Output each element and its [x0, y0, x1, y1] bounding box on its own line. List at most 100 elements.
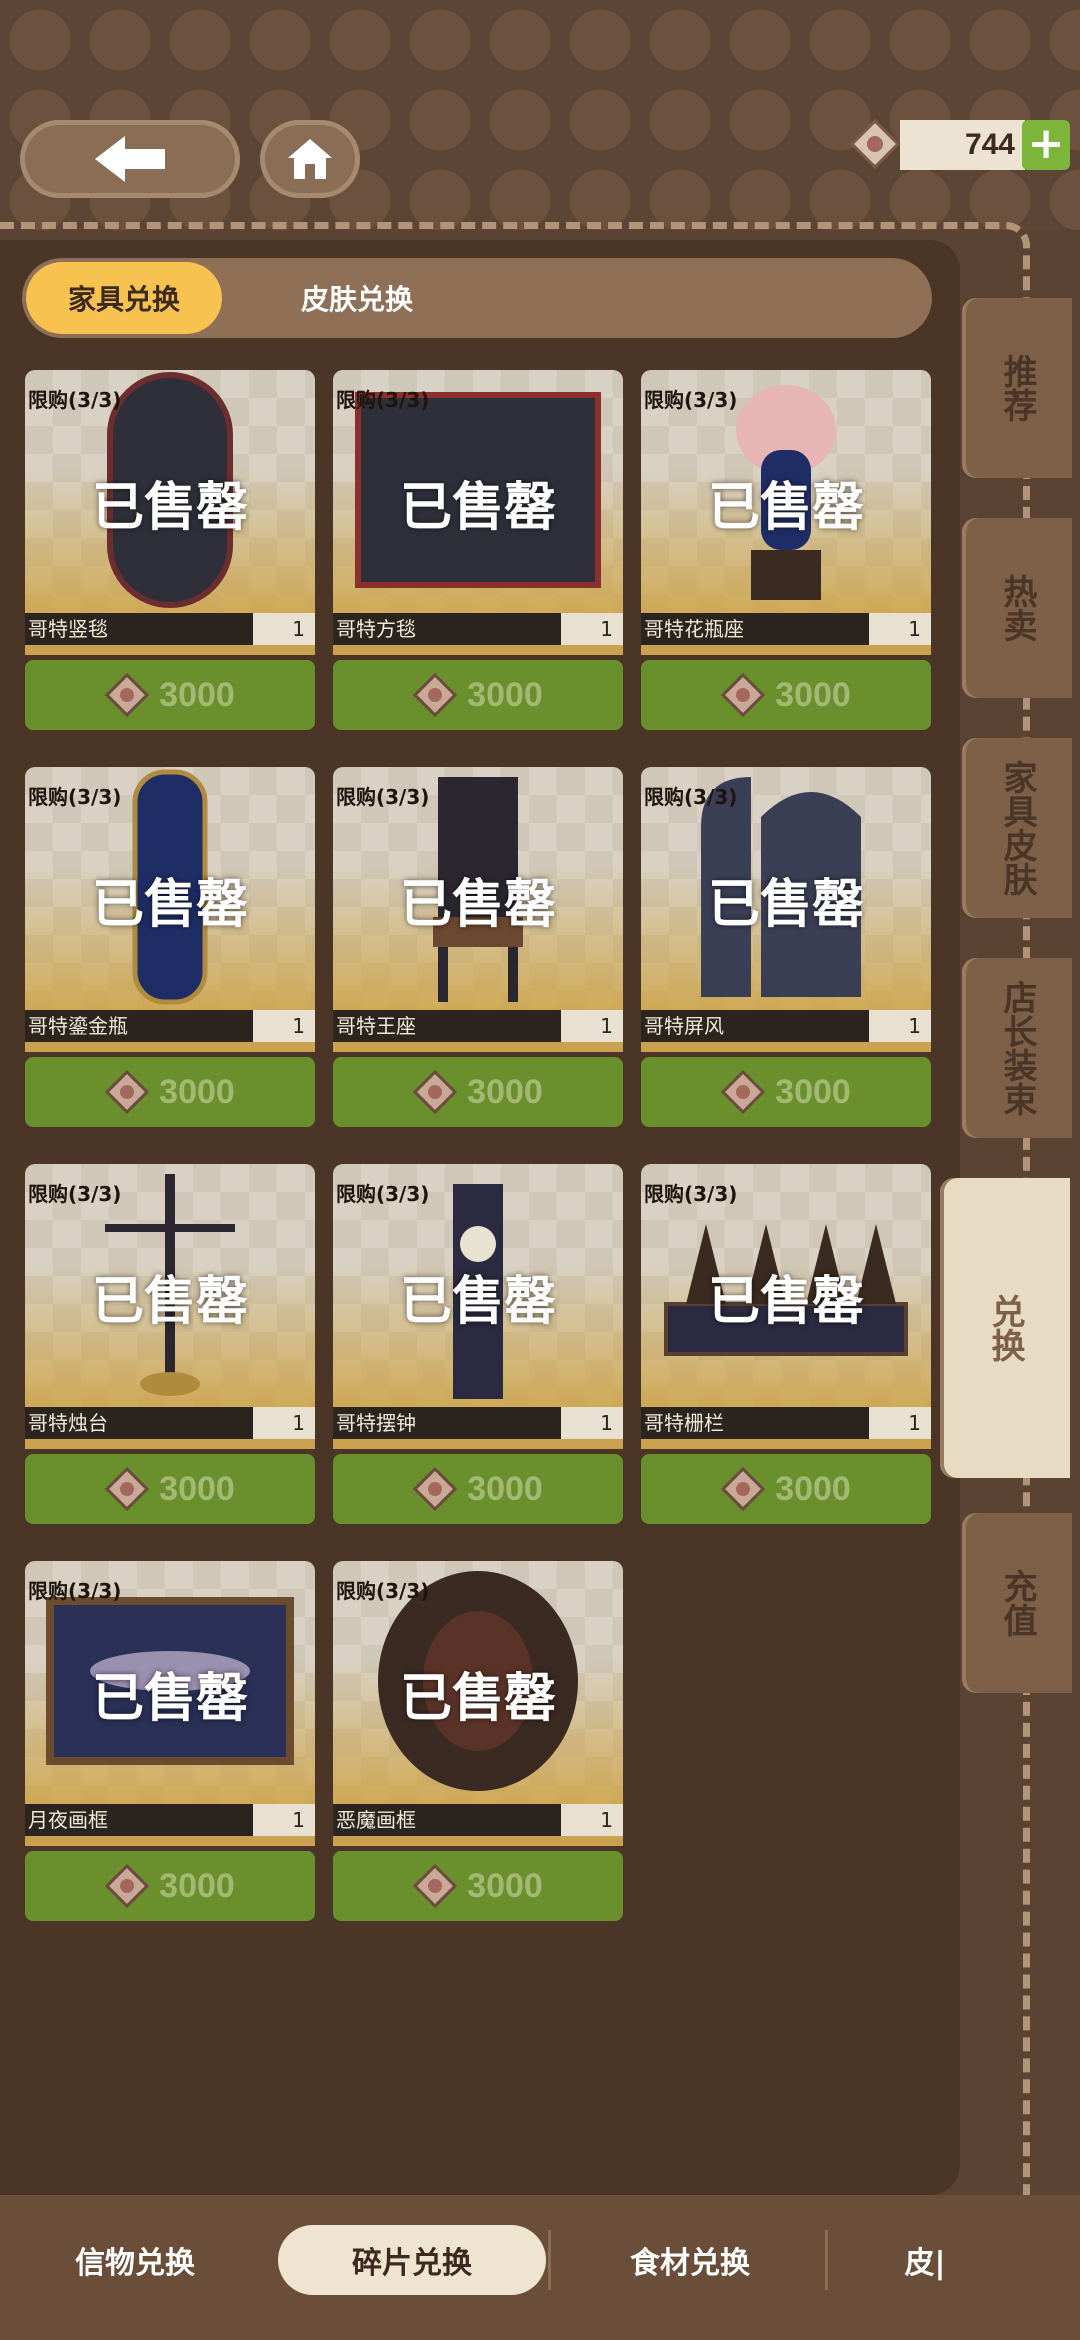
- price-button[interactable]: 3000: [333, 1454, 623, 1524]
- side-tab-label: 热卖: [997, 574, 1037, 642]
- item-card[interactable]: 限购(3/3) 已售罄 哥特烛台 1 3000: [25, 1164, 315, 1524]
- item-quantity: 1: [253, 1407, 315, 1439]
- purchase-limit: 限购(3/3): [644, 388, 738, 412]
- back-button[interactable]: [20, 120, 240, 198]
- side-tab-recharge[interactable]: 充值: [962, 1513, 1072, 1693]
- price-button[interactable]: 3000: [641, 1057, 931, 1127]
- item-name: 哥特摆钟: [336, 1411, 416, 1435]
- gem-icon: [105, 1467, 150, 1511]
- item-quantity: 1: [561, 1407, 623, 1439]
- gem-icon: [105, 1070, 150, 1114]
- item-name: 哥特王座: [336, 1014, 416, 1038]
- side-tab-furniture-skin[interactable]: 家具皮肤: [962, 738, 1072, 918]
- item-quantity: 1: [561, 1010, 623, 1042]
- item-quantity: 1: [869, 613, 931, 645]
- home-button[interactable]: [260, 120, 360, 198]
- side-tab-exchange[interactable]: 兑换: [940, 1178, 1070, 1478]
- gem-icon: [105, 673, 150, 717]
- price-value: 3000: [775, 1469, 851, 1508]
- item-card[interactable]: 限购(3/3) 已售罄 哥特屏风 1 3000: [641, 767, 931, 1127]
- price-button[interactable]: 3000: [25, 660, 315, 730]
- side-tab-label: 店长装束: [997, 980, 1037, 1116]
- purchase-limit: 限购(3/3): [336, 785, 430, 809]
- gem-icon: [413, 1070, 458, 1114]
- price-button[interactable]: 3000: [641, 1454, 931, 1524]
- price-button[interactable]: 3000: [333, 1057, 623, 1127]
- bottom-tab-ingredient-exchange[interactable]: 食材兑换: [575, 2225, 805, 2295]
- side-tab-label: 兑换: [985, 1294, 1025, 1362]
- side-tab-manager-outfit[interactable]: 店长装束: [962, 958, 1072, 1138]
- price-button[interactable]: 3000: [641, 660, 931, 730]
- arrow-left-icon: [95, 136, 165, 182]
- sold-out-label: 已售罄: [707, 478, 864, 538]
- home-icon: [288, 139, 332, 179]
- gem-icon: [850, 119, 900, 169]
- item-card[interactable]: 限购(3/3) 已售罄 哥特花瓶座 1 3000: [641, 370, 931, 730]
- item-card[interactable]: 限购(3/3) 已售罄 月夜画框 1 3000: [25, 1561, 315, 1921]
- side-tab-recommend[interactable]: 推荐: [962, 298, 1072, 478]
- bottom-tab-fragment-exchange[interactable]: 碎片兑换: [278, 2225, 546, 2295]
- currency-display: 744 +: [850, 115, 1070, 175]
- side-tab-label: 推荐: [997, 354, 1037, 422]
- price-value: 3000: [467, 1469, 543, 1508]
- price-button[interactable]: 3000: [333, 1851, 623, 1921]
- purchase-limit: 限购(3/3): [644, 1182, 738, 1206]
- purchase-limit: 限购(3/3): [28, 388, 122, 412]
- purchase-limit: 限购(3/3): [336, 388, 430, 412]
- item-name: 哥特烛台: [28, 1411, 108, 1435]
- price-value: 3000: [467, 1072, 543, 1111]
- item-quantity: 1: [253, 613, 315, 645]
- purchase-limit: 限购(3/3): [28, 785, 122, 809]
- price-button[interactable]: 3000: [333, 660, 623, 730]
- bottom-tab-token-exchange[interactable]: 信物兑换: [20, 2225, 250, 2295]
- tab-divider: [548, 2230, 551, 2290]
- item-card[interactable]: 限购(3/3) 已售罄 哥特栅栏 1 3000: [641, 1164, 931, 1524]
- purchase-limit: 限购(3/3): [336, 1579, 430, 1603]
- item-name: 哥特方毯: [336, 617, 416, 641]
- price-button[interactable]: 3000: [25, 1851, 315, 1921]
- item-card[interactable]: 限购(3/3) 已售罄 哥特竖毯 1 3000: [25, 370, 315, 730]
- gem-icon: [105, 1864, 150, 1908]
- sold-out-label: 已售罄: [707, 875, 864, 935]
- sold-out-label: 已售罄: [399, 478, 556, 538]
- price-button[interactable]: 3000: [25, 1454, 315, 1524]
- purchase-limit: 限购(3/3): [28, 1182, 122, 1206]
- gem-icon: [721, 1467, 766, 1511]
- item-quantity: 1: [253, 1804, 315, 1836]
- item-card[interactable]: 限购(3/3) 已售罄 哥特鎏金瓶 1 3000: [25, 767, 315, 1127]
- gem-icon: [721, 673, 766, 717]
- item-card[interactable]: 限购(3/3) 已售罄 恶魔画框 1 3000: [333, 1561, 623, 1921]
- sold-out-label: 已售罄: [91, 1669, 248, 1729]
- sold-out-label: 已售罄: [399, 1272, 556, 1332]
- gem-icon: [413, 673, 458, 717]
- purchase-limit: 限购(3/3): [28, 1579, 122, 1603]
- price-button[interactable]: 3000: [25, 1057, 315, 1127]
- item-name: 月夜画框: [28, 1808, 108, 1832]
- item-quantity: 1: [253, 1010, 315, 1042]
- tab-divider: [825, 2230, 828, 2290]
- gem-icon: [721, 1070, 766, 1114]
- item-card[interactable]: 限购(3/3) 已售罄 哥特方毯 1 3000: [333, 370, 623, 730]
- item-card[interactable]: 限购(3/3) 已售罄 哥特摆钟 1 3000: [333, 1164, 623, 1524]
- price-value: 3000: [159, 1072, 235, 1111]
- price-value: 3000: [467, 675, 543, 714]
- add-currency-button[interactable]: +: [1022, 120, 1070, 170]
- currency-amount: 744: [900, 120, 1025, 170]
- item-card[interactable]: 限购(3/3) 已售罄 哥特王座 1 3000: [333, 767, 623, 1127]
- tab-skin-exchange[interactable]: 皮肤兑换: [242, 258, 472, 338]
- price-value: 3000: [159, 1469, 235, 1508]
- sold-out-label: 已售罄: [91, 478, 248, 538]
- price-value: 3000: [159, 675, 235, 714]
- side-tab-hot[interactable]: 热卖: [962, 518, 1072, 698]
- tab-furniture-exchange[interactable]: 家具兑换: [26, 262, 222, 334]
- item-quantity: 1: [561, 1804, 623, 1836]
- side-tab-label: 充值: [997, 1569, 1037, 1637]
- bottom-tab-skin-partial[interactable]: 皮|: [860, 2225, 990, 2295]
- sold-out-label: 已售罄: [399, 1669, 556, 1729]
- price-value: 3000: [467, 1866, 543, 1905]
- item-name: 哥特花瓶座: [644, 617, 744, 641]
- item-quantity: 1: [869, 1407, 931, 1439]
- gem-icon: [413, 1864, 458, 1908]
- side-tab-label: 家具皮肤: [997, 760, 1037, 896]
- price-value: 3000: [159, 1866, 235, 1905]
